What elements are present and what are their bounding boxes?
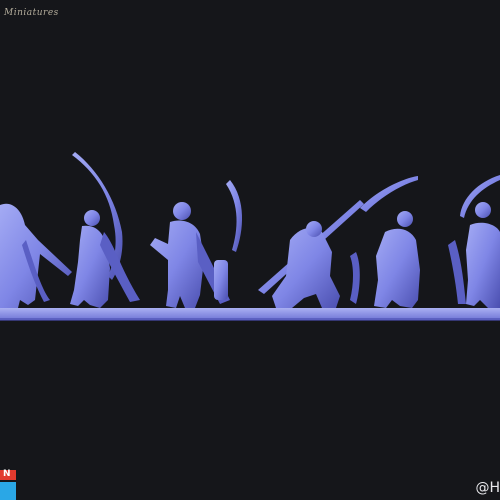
figures-render bbox=[0, 152, 500, 321]
elf-archer-5 bbox=[350, 176, 420, 308]
miniatures-photo: Miniatures N @H bbox=[0, 0, 500, 500]
elf-archer-2 bbox=[70, 152, 140, 308]
watermark-handle: @H bbox=[475, 480, 500, 496]
brand-mark: N bbox=[0, 469, 16, 500]
elf-archer-4 bbox=[258, 200, 364, 308]
elf-archer-6 bbox=[448, 175, 500, 308]
brand-letter: N bbox=[3, 469, 11, 479]
elf-archer-3 bbox=[150, 180, 243, 308]
elf-archer-1 bbox=[0, 203, 72, 308]
